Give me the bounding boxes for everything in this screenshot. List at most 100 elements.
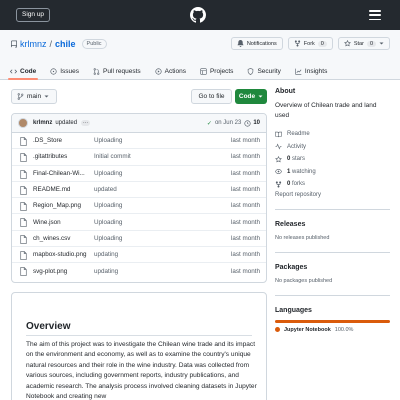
- divider: [275, 208, 390, 210]
- readme-label: Readme: [287, 131, 310, 138]
- about-description: Overview of Chilean trade and land used: [275, 102, 377, 119]
- activity-link[interactable]: Activity: [275, 141, 390, 154]
- pulse-icon: [275, 143, 282, 150]
- activity-label: Activity: [287, 143, 307, 150]
- repo-actions: Notifications Fork 0 Star 0: [230, 37, 390, 50]
- sign-up-button[interactable]: Sign up: [16, 8, 51, 22]
- table-row[interactable]: .DS_Store Uploading last month: [12, 133, 266, 150]
- report-repository-link[interactable]: Report repository: [275, 192, 390, 198]
- language-item[interactable]: Jupyter Notebook 100.0%: [275, 327, 390, 333]
- packages-title[interactable]: Packages: [275, 264, 390, 271]
- tab-insights[interactable]: Insights: [295, 63, 327, 79]
- file-commit-message[interactable]: Uploading: [94, 235, 122, 242]
- hamburger-icon[interactable]: [369, 10, 381, 21]
- tab-security[interactable]: Security: [247, 63, 281, 79]
- tab-code[interactable]: Code: [7, 63, 39, 80]
- avatar[interactable]: [18, 118, 28, 128]
- commit-date[interactable]: on Jun 23: [215, 120, 241, 126]
- chevron-down-icon: [258, 95, 263, 98]
- eye-icon: [275, 169, 282, 175]
- file-name-link[interactable]: Wine.json: [33, 219, 93, 226]
- file-name-link[interactable]: svg-plot.png: [33, 268, 93, 275]
- file-commit-message[interactable]: updating: [94, 268, 118, 275]
- file-commit-message[interactable]: Initial commit: [94, 153, 131, 160]
- stars-link[interactable]: 0 stars: [275, 153, 390, 166]
- table-row[interactable]: README.md updated last month: [12, 182, 266, 199]
- file-name-link[interactable]: Final-Chilean-Wi...: [33, 170, 93, 177]
- tab-issues[interactable]: Issues: [50, 63, 79, 79]
- tab-actions[interactable]: Actions: [155, 63, 186, 79]
- readme-panel: Overview The aim of this project was to …: [11, 292, 267, 400]
- file-icon: [20, 137, 27, 146]
- table-row[interactable]: svg-plot.png updating last month: [12, 263, 266, 279]
- repo-name-link[interactable]: chile: [55, 39, 76, 49]
- table-row[interactable]: .gitattributes Initial commit last month: [12, 149, 266, 166]
- fork-button[interactable]: Fork 0: [287, 37, 333, 50]
- packages-empty-text: No packages published: [275, 277, 333, 284]
- repo-path-separator: /: [49, 39, 53, 49]
- file-icon: [20, 267, 27, 277]
- language-percent: 100.0%: [334, 326, 354, 333]
- chevron-down-icon: [44, 95, 49, 98]
- branch-selector[interactable]: main: [11, 89, 57, 104]
- repository-title: krlmnz / chile Public: [10, 39, 107, 49]
- file-icon: [20, 218, 27, 228]
- repo-owner-link[interactable]: krlmnz: [20, 39, 47, 49]
- table-row[interactable]: Wine.json Uploading last month: [12, 214, 266, 231]
- file-commit-message[interactable]: Uploading: [94, 219, 122, 226]
- repo-sidebar: About Overview of Chilean trade and land…: [275, 88, 390, 333]
- file-commit-time: last month: [230, 251, 260, 259]
- readme-link[interactable]: Readme: [275, 128, 390, 141]
- tab-label: Code: [20, 67, 37, 75]
- star-icon: [343, 40, 351, 47]
- file-name-link[interactable]: README.md: [33, 186, 93, 193]
- commits-history-link[interactable]: 10: [244, 119, 260, 127]
- notifications-button[interactable]: Notifications: [230, 37, 283, 50]
- file-commit-message[interactable]: updated: [94, 186, 117, 193]
- go-to-file-button[interactable]: Go to file: [191, 89, 232, 104]
- file-name-link[interactable]: .gitattributes: [33, 153, 93, 160]
- commit-expand-button[interactable]: ···: [81, 120, 91, 126]
- releases-empty-text: No releases published: [275, 234, 330, 241]
- file-name-link[interactable]: mapbox-studio.png: [33, 251, 93, 258]
- commit-author[interactable]: krlmnz: [33, 120, 52, 126]
- table-row[interactable]: ch_wines.csv Uploading last month: [12, 231, 266, 248]
- github-logo-icon[interactable]: [190, 7, 206, 23]
- file-commit-message[interactable]: updating: [94, 251, 118, 258]
- chevron-down-icon: [379, 42, 384, 45]
- commit-meta: ✓ on Jun 23 10: [207, 119, 260, 127]
- file-commit-message[interactable]: Uploading: [94, 137, 122, 144]
- divider: [275, 251, 390, 253]
- branch-name: main: [27, 93, 42, 100]
- file-name-link[interactable]: ch_wines.csv: [33, 235, 93, 242]
- tab-projects[interactable]: Projects: [200, 63, 233, 79]
- file-name-link[interactable]: .DS_Store: [33, 137, 93, 144]
- tab-pull-requests[interactable]: Pull requests: [93, 63, 141, 79]
- watching-label: watching: [292, 168, 316, 175]
- watching-link[interactable]: 1 watching: [275, 166, 390, 179]
- file-commit-message[interactable]: Uploading: [94, 170, 122, 177]
- releases-title[interactable]: Releases: [275, 221, 390, 228]
- issue-icon: [50, 67, 57, 75]
- shield-icon: [248, 67, 254, 75]
- file-commit-time: last month: [230, 186, 260, 194]
- repo-tabs: Code Issues Pull requests Actions Projec…: [7, 63, 327, 80]
- table-row[interactable]: mapbox-studio.png updating last month: [12, 247, 266, 264]
- star-button[interactable]: Star 0: [337, 37, 390, 50]
- bell-icon: [237, 40, 244, 47]
- forks-link[interactable]: 0 forks: [275, 178, 390, 191]
- file-name-link[interactable]: Region_Map.png: [33, 202, 93, 209]
- code-dropdown-button[interactable]: Code: [235, 89, 267, 104]
- table-row[interactable]: Region_Map.png Uploading last month: [12, 198, 266, 215]
- check-icon[interactable]: ✓: [207, 120, 212, 127]
- fork-count: 0: [317, 40, 327, 47]
- file-commit-time: last month: [230, 218, 260, 226]
- repo-icon: [11, 40, 17, 47]
- commit-message[interactable]: updated: [55, 120, 77, 126]
- branch-icon: [17, 93, 24, 100]
- file-commit-message[interactable]: Uploading: [94, 202, 122, 209]
- table-row[interactable]: Final-Chilean-Wi... Uploading last month: [12, 166, 266, 182]
- book-icon: [275, 131, 282, 137]
- watching-count: 1: [287, 168, 291, 175]
- visibility-badge: Public: [81, 39, 107, 49]
